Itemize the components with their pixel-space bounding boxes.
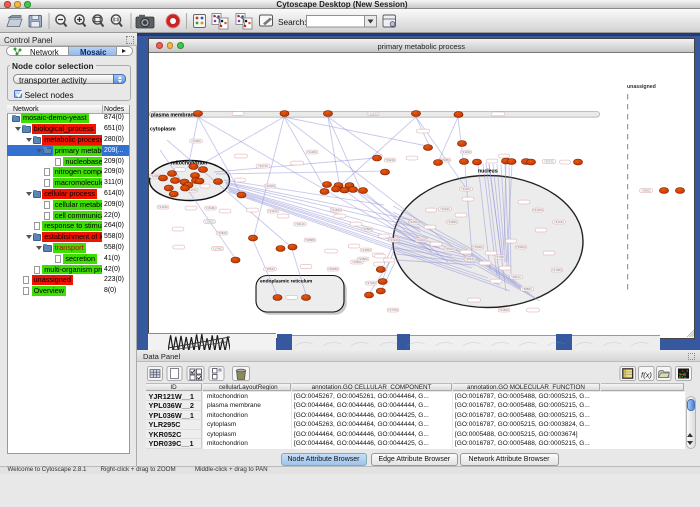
svg-text:Y2258C: Y2258C [362,227,372,231]
svg-text:Y1148C: Y1148C [307,150,317,154]
svg-text:Y2184C: Y2184C [331,208,341,212]
svg-text:Y3294C: Y3294C [440,207,450,211]
svg-text:Y1592C: Y1592C [205,220,215,224]
svg-text:Y3220C: Y3220C [461,187,471,191]
svg-text:Y2036C: Y2036C [265,184,275,188]
svg-text:Y3886C: Y3886C [522,287,532,291]
svg-text:Y3590C: Y3590C [473,245,483,249]
svg-text:Y4108C: Y4108C [552,268,562,272]
svg-text:Y2702C: Y2702C [366,281,376,285]
svg-text:endoplasmic reticulum: endoplasmic reticulum [260,279,312,285]
svg-text:Y1074C: Y1074C [258,164,268,168]
svg-text:Y3368C: Y3368C [447,220,457,224]
svg-text:Y4182C: Y4182C [499,308,509,312]
svg-text:Y2554C: Y2554C [265,267,275,271]
svg-text:Y1814C: Y1814C [295,222,305,226]
svg-text:nucleus: nucleus [478,169,498,175]
svg-text:Y1518C: Y1518C [205,206,215,210]
svg-text:Y4034C: Y4034C [554,220,564,224]
svg-text:Y4330C: Y4330C [533,208,543,212]
svg-text:plasma membrane: plasma membrane [151,112,197,118]
svg-text:Y2776C: Y2776C [388,308,398,312]
svg-text:Y3146C: Y3146C [461,150,471,154]
svg-text:Y2406C: Y2406C [361,248,371,252]
svg-text:Y3516C: Y3516C [445,247,455,251]
svg-text:Y2628C: Y2628C [328,267,338,271]
svg-text:Y3960C: Y3960C [516,245,526,249]
svg-text:Y1444C: Y1444C [158,205,168,209]
svg-text:Y3738C: Y3738C [495,255,505,259]
svg-text:Y2110C: Y2110C [268,209,278,213]
svg-text:Y3072C: Y3072C [544,160,554,164]
svg-text:Y1000C: Y1000C [191,139,201,143]
svg-text:Y1740C: Y1740C [213,247,223,251]
svg-text:Y2924C: Y2924C [385,158,395,162]
svg-text:cytoplasm: cytoplasm [150,127,176,133]
svg-text:f(x): f(x) [641,371,652,380]
svg-text:Y3812C: Y3812C [511,275,521,279]
svg-text:Y1888C: Y1888C [305,238,315,242]
svg-text:Y3442C: Y3442C [416,238,426,242]
svg-text:Y1222C: Y1222C [368,112,378,116]
svg-text:Y2480C: Y2480C [358,257,368,261]
svg-text:Y2850C: Y2850C [641,189,651,193]
svg-text:Y1666C: Y1666C [217,231,227,235]
svg-text:Y2332C: Y2332C [389,238,399,242]
svg-text:Y3664C: Y3664C [465,257,475,261]
svg-text:unassigned: unassigned [627,84,656,90]
svg-text:Y4256C: Y4256C [409,220,419,224]
